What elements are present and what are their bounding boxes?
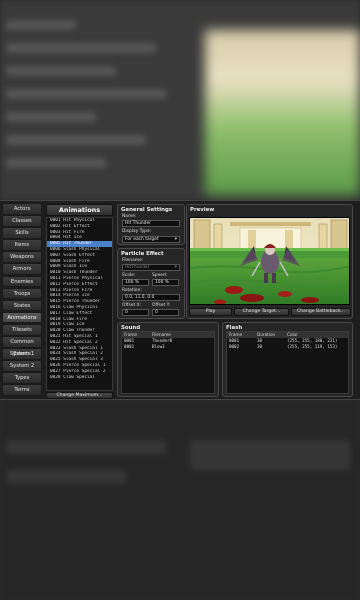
database-window: Actors Classes Skills Items Weapons Armors Ene… [0,200,360,400]
name-label: Name: [122,214,137,219]
sidebar-item-actors[interactable]: Actors [2,203,42,215]
display-type-label: Display Type: [122,229,152,234]
general-settings-panel: General Settings Name: Hit Thunder Displ… [117,204,185,245]
speed-field[interactable]: 100 % [152,279,179,286]
rotation-field[interactable]: 0.0, 11.0, 0.0 [122,294,180,301]
filename-field[interactable]: HitThunder ▾ [122,264,180,271]
rotation-label: Rotation: [122,288,142,293]
preview-title: Preview [190,207,215,213]
particle-effect-panel: Particle Effect Filename: HitThunder ▾ S… [117,248,185,319]
sidebar-item-tilesets[interactable]: Tilesets [2,323,42,336]
chevron-down-icon: ▾ [174,237,177,242]
sidebar-item-classes[interactable]: Classes [2,215,42,227]
name-field[interactable]: Hit Thunder [122,220,180,227]
change-maximum-button[interactable]: Change Maximum... [46,392,113,399]
sidebar-item-skills[interactable]: Skills [2,227,42,239]
list-item[interactable]: 0028 Claw Special [47,375,112,381]
change-target-button[interactable]: Change Target... [234,308,289,316]
sidebar-item-enemies[interactable]: Enemies [2,275,42,288]
list-item[interactable]: 0026 Pierce Special 1 [47,363,112,369]
table-row[interactable]: 0002 30 (255, 255, 119, 153) [227,344,348,350]
table-row[interactable]: 0001 Blow3 [122,344,214,350]
particle-effect-title: Particle Effect [121,251,164,257]
database-sidebar: Actors Classes Skills Items Weapons Armors Ene… [2,203,42,397]
general-settings-title: General Settings [121,207,173,213]
preview-canvas[interactable] [189,217,350,305]
sound-table[interactable]: Frame Filename 0001 Thunder8 0001 Blow3 [121,331,215,394]
speed-label: Speed: [152,273,168,278]
scale-label: Scale: [122,273,136,278]
sidebar-item-animations[interactable]: Animations [2,311,42,324]
offset-x-field[interactable]: 0 [122,309,149,316]
sidebar-item-items[interactable]: Items [2,239,42,251]
change-battleback-button[interactable]: Change Battleback... [291,308,351,316]
play-button[interactable]: Play [189,308,232,316]
sidebar-item-common-events[interactable]: Common Events [2,336,42,357]
display-type-value: For each target [125,237,159,242]
table-cell: 30 [257,344,263,349]
blurred-preview-image [205,30,360,195]
offset-y-label: Offset Y: [152,303,171,308]
table-cell: 0001 [124,344,135,349]
filename-label: Filename: [122,258,144,263]
sidebar-item-troops[interactable]: Troops [2,287,42,300]
sidebar-item-armors[interactable]: Armors [2,263,42,276]
sidebar-item-weapons[interactable]: Weapons [2,251,42,263]
table-cell: 0002 [229,344,240,349]
animations-header: Animations [46,204,113,216]
filename-value: HitThunder [125,265,150,270]
blurred-background-bottom [0,400,360,600]
chevron-down-icon: ▾ [174,265,177,270]
sidebar-item-types[interactable]: Types [2,372,42,384]
list-item[interactable]: 0027 Pierce Special 2 [47,369,112,375]
sidebar-item-system-1[interactable]: System 1 [2,348,42,360]
flash-table[interactable]: Frame Duration Color 0001 30 (255, 255, 180, … [226,331,349,394]
sidebar-item-terms[interactable]: Terms [2,384,42,396]
sidebar-item-states[interactable]: States [2,299,42,312]
table-cell: Blow3 [152,344,165,349]
battle-scene-image [190,218,349,304]
animations-list[interactable]: 0001 Hit Physical 0002 Hit Effect 0003 Hit… [46,217,113,391]
scale-field[interactable]: 100 % [122,279,149,286]
display-type-select[interactable]: For each target ▾ [122,236,180,243]
list-item[interactable]: 0011 Pierce Physical [47,276,112,282]
offset-x-label: Offset X: [122,303,142,308]
sidebar-item-system-2[interactable]: System 2 [2,360,42,372]
offset-y-field[interactable]: 0 [152,309,179,316]
table-cell: (255, 255, 119, 153) [287,344,338,349]
